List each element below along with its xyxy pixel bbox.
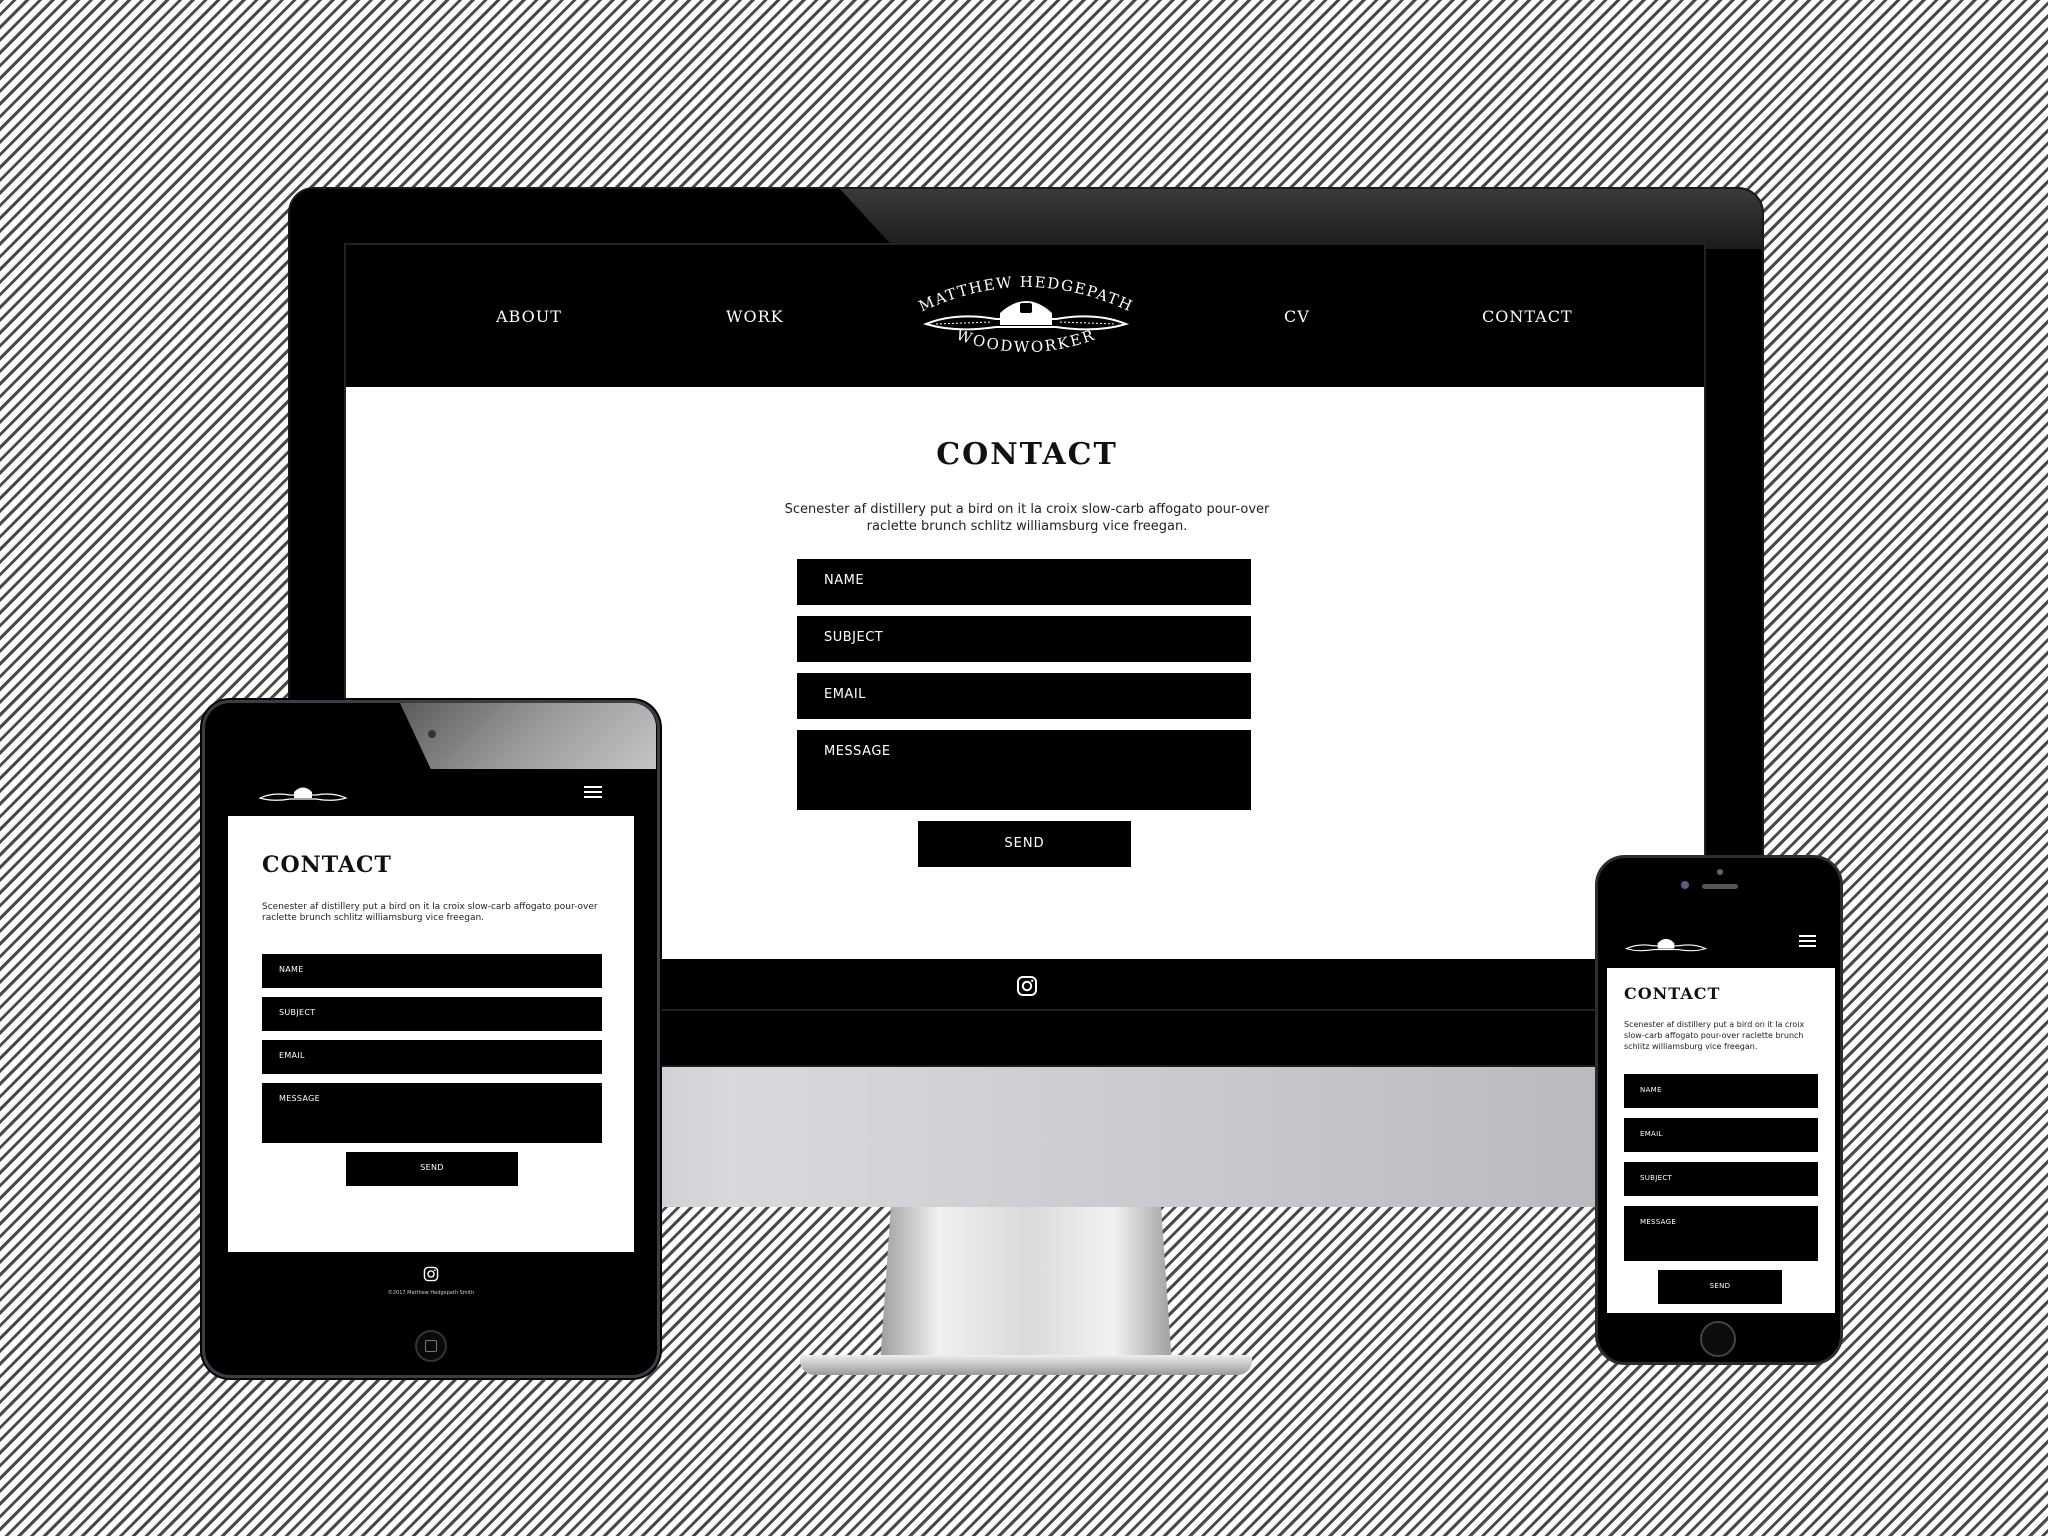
phone-header (1607, 918, 1835, 968)
hamburger-menu-icon[interactable] (1799, 935, 1816, 950)
message-textarea[interactable]: MESSAGE (797, 730, 1251, 810)
monitor-stand-neck (880, 1195, 1172, 1365)
phone-screen: CONTACT Scenester af distillery put a bi… (1607, 918, 1835, 1313)
send-button[interactable]: SEND (918, 821, 1131, 867)
spokeshave-logo-icon[interactable] (258, 780, 348, 806)
send-button[interactable]: SEND (1658, 1270, 1782, 1304)
svg-text:WOODWORKER: WOODWORKER (954, 326, 1098, 357)
subject-input[interactable]: SUBJECT (1624, 1162, 1818, 1196)
email-input[interactable]: EMAIL (262, 1040, 602, 1074)
tablet-header (228, 770, 634, 816)
email-input[interactable]: EMAIL (1624, 1118, 1818, 1152)
tablet-camera (428, 730, 436, 738)
page-description: Scenester af distillery put a bird on it… (262, 902, 598, 923)
page-title: CONTACT (1624, 984, 1721, 1003)
name-input[interactable]: NAME (797, 559, 1251, 605)
nav-work-link[interactable]: WORK (726, 307, 784, 326)
spokeshave-logo-icon: MATTHEW HEDGEPATH WOODWORKER (916, 273, 1135, 357)
desktop-header: ABOUT WORK MATTHEW HEDGEPATH WOODWORKER (346, 245, 1704, 387)
email-input[interactable]: EMAIL (797, 673, 1251, 719)
hamburger-menu-icon[interactable] (584, 786, 602, 801)
site-logo[interactable]: MATTHEW HEDGEPATH WOODWORKER (916, 267, 1136, 367)
name-input[interactable]: NAME (1624, 1074, 1818, 1108)
phone-camera (1681, 881, 1689, 889)
spokeshave-logo-icon[interactable] (1621, 932, 1711, 956)
monitor-stand-base (800, 1355, 1252, 1375)
tablet-footer: ©2017 Matthew Hedgepath Smith (228, 1252, 634, 1310)
instagram-icon[interactable] (1016, 975, 1038, 997)
monitor-gloss (840, 189, 1762, 249)
page-description: Scenester af distillery put a bird on it… (784, 502, 1270, 534)
tablet-gloss (400, 703, 656, 769)
subject-input[interactable]: SUBJECT (262, 997, 602, 1031)
nav-contact-link[interactable]: CONTACT (1482, 307, 1573, 326)
page-title: CONTACT (936, 437, 1118, 472)
nav-about-link[interactable]: ABOUT (496, 307, 562, 326)
copyright-text: ©2017 Matthew Hedgepath Smith (387, 1290, 475, 1296)
tablet-home-square-icon (425, 1340, 437, 1352)
phone-speaker (1702, 884, 1738, 889)
message-textarea[interactable]: MESSAGE (1624, 1206, 1818, 1261)
phone-sensor (1717, 869, 1723, 875)
subject-input[interactable]: SUBJECT (797, 616, 1251, 662)
instagram-icon[interactable] (423, 1266, 439, 1282)
name-input[interactable]: NAME (262, 954, 602, 988)
send-button[interactable]: SEND (346, 1152, 518, 1186)
nav-cv-link[interactable]: CV (1284, 307, 1310, 326)
message-textarea[interactable]: MESSAGE (262, 1083, 602, 1143)
page-title: CONTACT (262, 852, 392, 878)
page-description: Scenester af distillery put a bird on it… (1624, 1020, 1805, 1051)
tablet-screen: CONTACT Scenester af distillery put a bi… (228, 770, 634, 1310)
phone-home-button[interactable] (1700, 1321, 1736, 1357)
